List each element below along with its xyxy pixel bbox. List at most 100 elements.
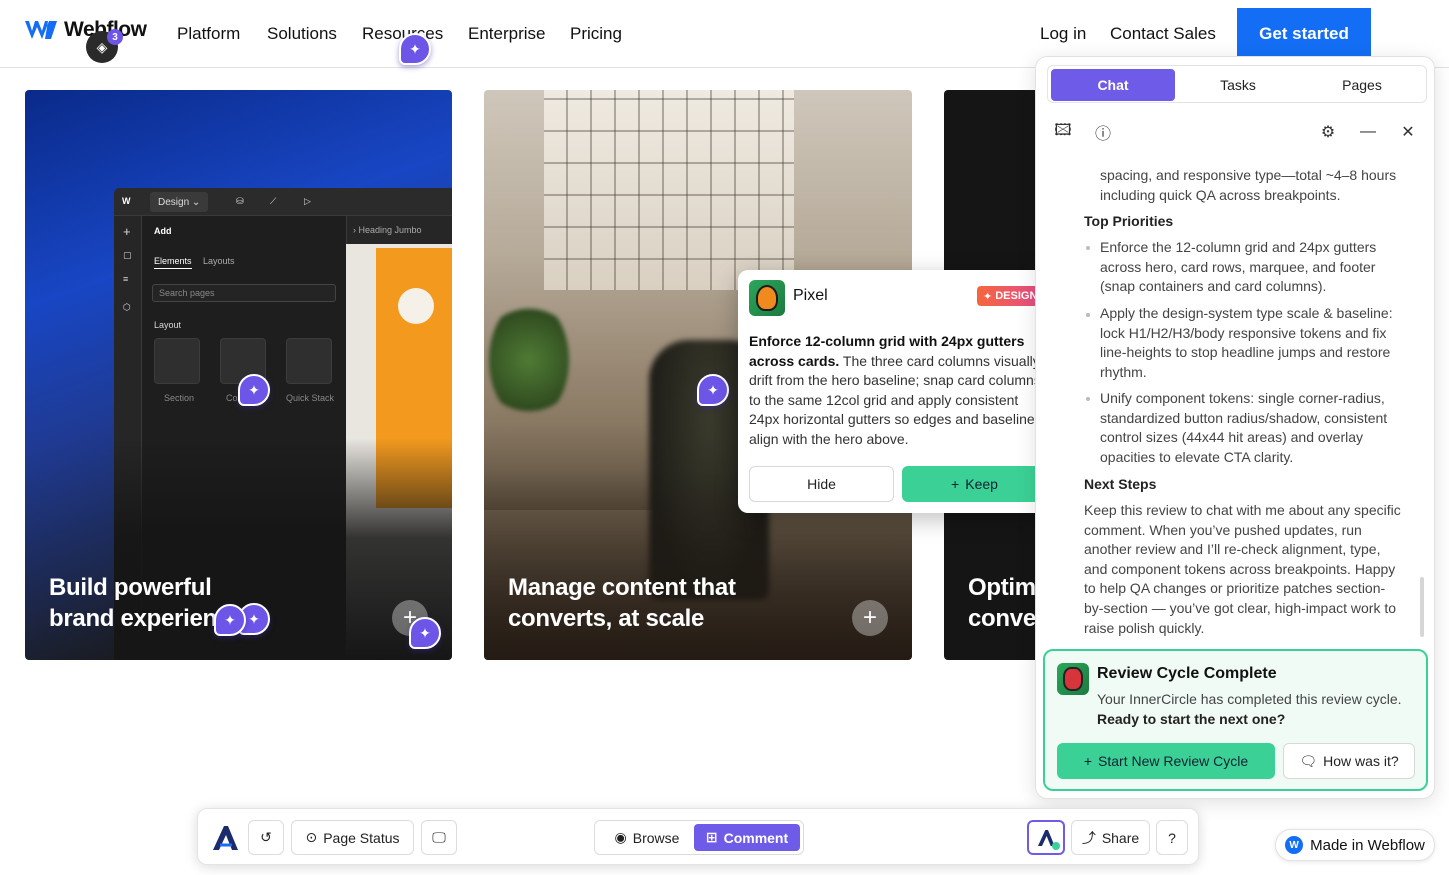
page-status-button[interactable]: ⊙ Page Status — [291, 820, 414, 855]
add-icon: + — [123, 224, 131, 239]
plus-icon: + — [951, 476, 960, 492]
tab-pages[interactable]: Pages — [1300, 69, 1424, 101]
share-icon: ⤴ — [1081, 829, 1096, 846]
webflow-logo[interactable]: Webflow — [24, 18, 147, 42]
chat-scrollbar[interactable] — [1420, 577, 1424, 637]
contact-sales-link[interactable]: Contact Sales — [1110, 24, 1216, 44]
plus-icon: + — [1083, 753, 1093, 769]
panel-tabs: Chat Tasks Pages — [1047, 65, 1427, 103]
ai-comment-pin-icon[interactable]: ✦ — [214, 604, 246, 636]
get-started-button[interactable]: Get started — [1237, 8, 1371, 60]
designer-breadcrumb: › Heading Jumbo — [353, 225, 422, 235]
breadcrumb-label: Heading Jumbo — [358, 225, 422, 235]
category-badge: ✦ DESIGN — [977, 286, 1044, 306]
designer-search: Search pages — [152, 284, 336, 302]
tile-label-section: Section — [164, 393, 195, 403]
share-button[interactable]: ⤴ Share — [1071, 820, 1150, 855]
app-logo-icon[interactable] — [210, 823, 240, 853]
made-in-label: Made in Webflow — [1310, 836, 1425, 854]
card-title: Build powerful brand experien — [49, 574, 217, 632]
nav-link-solutions[interactable]: Solutions — [267, 24, 337, 44]
ai-comment-pin-icon[interactable]: ✦ — [238, 374, 270, 406]
ai-comment-pin-icon[interactable]: ✦ — [697, 374, 729, 406]
bullet — [1086, 313, 1090, 317]
close-icon[interactable]: ✕ — [1397, 121, 1419, 143]
nav-link-platform[interactable]: Platform — [177, 24, 240, 44]
priority-item: Apply the design-system type scale & bas… — [1100, 305, 1393, 380]
designer-section-label: Layout — [154, 320, 182, 330]
sparkle-icon: ✦ — [983, 290, 993, 303]
designer-tab-layouts: Layouts — [203, 256, 235, 266]
online-indicator — [1052, 842, 1060, 850]
bullet — [1086, 246, 1090, 250]
message-icon: 🗨 — [1299, 752, 1318, 769]
comment-button[interactable]: ⊞ Comment — [694, 824, 800, 851]
layers-count-badge: 3 — [107, 29, 123, 45]
ai-comment-pin-icon[interactable]: ✦ — [409, 617, 441, 649]
priority-item: Unify component tokens: single corner-ra… — [1100, 390, 1388, 465]
feedback-label: How was it? — [1323, 753, 1399, 769]
card-title: Optim conve — [968, 574, 1036, 632]
innercircle-avatar — [1057, 663, 1089, 695]
comment-icon: ⊞ — [705, 829, 718, 845]
tile-label-quick-stack: Quick Stack — [286, 393, 335, 403]
review-text: Your InnerCircle has completed this revi… — [1097, 691, 1402, 707]
mode-switcher: ◉ Browse ⊞ Comment — [594, 820, 804, 855]
designer-breadcrumb-bar: › Heading Jumbo — [346, 216, 452, 244]
tab-chat[interactable]: Chat — [1051, 69, 1175, 101]
designer-mode-label: Design — [158, 196, 190, 208]
nav-link-enterprise[interactable]: Enterprise — [468, 24, 545, 44]
feedback-button[interactable]: 🗨 How was it? — [1283, 743, 1415, 779]
image-icon[interactable]: 🖾 — [1052, 121, 1074, 143]
chart-icon: ⟋ — [270, 196, 277, 206]
review-title: Review Cycle Complete — [1097, 665, 1277, 682]
help-icon[interactable]: ? — [1156, 820, 1188, 855]
keep-button[interactable]: + Keep — [902, 466, 1047, 502]
ai-comment-pin-icon[interactable]: ✦ — [399, 33, 431, 65]
feature-card-build: W Design ⌄ ⛁ ⟋ ▷ + ▢ ≡ ⬡ Add Elements La… — [25, 90, 452, 660]
settings-icon[interactable]: ⚙ — [1317, 121, 1339, 143]
designer-logo-icon: W — [122, 196, 131, 206]
plant-image — [489, 300, 569, 420]
next-steps-heading: Next Steps — [1084, 476, 1157, 492]
bullet — [1086, 397, 1090, 401]
next-steps-text: Keep this review to chat with me about a… — [1084, 502, 1401, 636]
tab-tasks[interactable]: Tasks — [1176, 69, 1300, 101]
status-icon: ⊙ — [305, 829, 318, 845]
minimize-icon[interactable]: — — [1357, 121, 1379, 143]
undo-icon[interactable]: ↺ — [248, 820, 284, 855]
hide-button[interactable]: Hide — [749, 466, 894, 502]
start-review-button[interactable]: + Start New Review Cycle — [1057, 743, 1275, 779]
database-icon: ⛁ — [236, 196, 244, 206]
share-label: Share — [1101, 829, 1140, 846]
ai-assistant-button[interactable] — [1027, 820, 1065, 855]
desktop-icon[interactable]: 🖵 — [421, 820, 457, 855]
review-complete-card: Review Cycle Complete Your InnerCircle h… — [1043, 649, 1428, 791]
designer-search-placeholder: Search pages — [159, 288, 215, 298]
made-in-webflow-badge[interactable]: W Made in Webflow — [1275, 829, 1435, 861]
info-icon[interactable]: ⓘ — [1092, 121, 1114, 143]
expand-card-button[interactable]: + — [852, 600, 888, 636]
comment-popup: Pixel ✦ DESIGN Enforce 12-column grid wit… — [738, 270, 1057, 513]
priority-item: Enforce the 12-column grid and 24px gutt… — [1100, 239, 1377, 295]
tile-section — [154, 338, 200, 384]
chat-intro: spacing, and responsive type—total ~4–8 … — [1100, 167, 1397, 203]
pixel-avatar — [749, 280, 785, 316]
keep-label: Keep — [965, 476, 998, 492]
commenter-name: Pixel — [793, 287, 828, 304]
play-icon: ▷ — [304, 196, 311, 206]
nav-link-pricing[interactable]: Pricing — [570, 24, 622, 44]
components-icon: ⬡ — [123, 302, 131, 312]
comment-label: Comment — [723, 829, 789, 846]
tile-quick-stack — [286, 338, 332, 384]
browse-button[interactable]: ◉ Browse — [601, 824, 693, 851]
login-link[interactable]: Log in — [1040, 24, 1086, 44]
office-window-image — [544, 90, 794, 290]
assistant-panel: Chat Tasks Pages 🖾 ⓘ ⚙ — ✕ spacing, and … — [1035, 56, 1435, 799]
page-icon: ▢ — [123, 250, 132, 260]
tile-label-container: Co — [226, 393, 238, 403]
review-toolbar: ↺ ⊙ Page Status 🖵 ◉ Browse ⊞ Comment ⤴ Share… — [197, 808, 1199, 865]
designer-panel-title: Add — [154, 226, 172, 236]
category-label: DESIGN — [995, 290, 1038, 302]
eye-icon: ◉ — [614, 829, 627, 845]
